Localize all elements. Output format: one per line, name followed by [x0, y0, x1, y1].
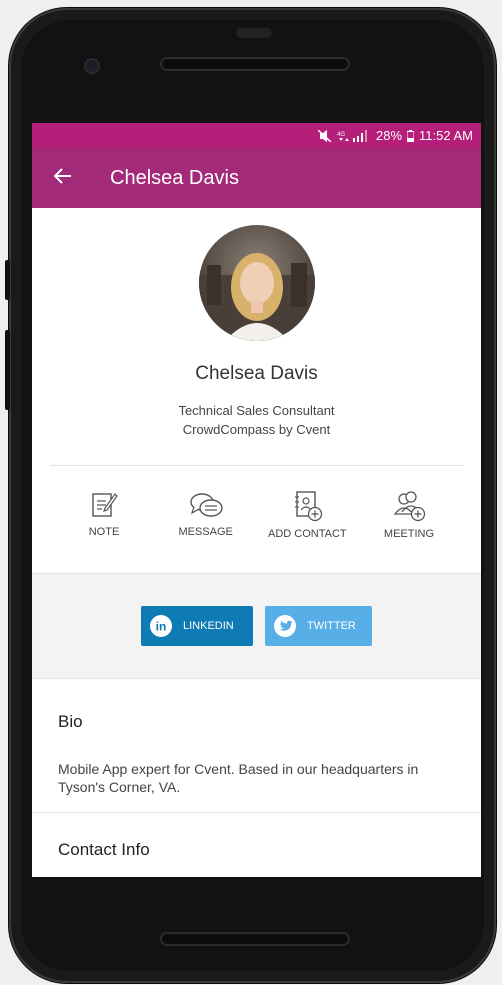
mute-icon — [318, 129, 332, 142]
company-name: CrowdCompass by Cvent — [182, 422, 331, 437]
avatar[interactable] — [198, 225, 315, 341]
power-button — [5, 260, 10, 300]
note-action[interactable]: NOTE — [54, 490, 154, 546]
profile-job: Technical Sales Consultant CrowdCompass … — [32, 401, 481, 439]
contact-info-title: Contact Info — [58, 840, 150, 859]
front-camera — [84, 58, 100, 74]
linkedin-icon: in — [149, 614, 173, 638]
linkedin-label: LINKEDIN — [183, 620, 234, 632]
app-bar-title: Chelsea Davis — [110, 166, 239, 189]
signal-icon: 4G — [337, 129, 371, 142]
linkedin-button[interactable]: in LINKEDIN — [141, 606, 253, 646]
top-notch — [236, 28, 272, 38]
status-bar: 4G 28% 11:52 AM — [32, 123, 481, 148]
twitter-icon — [273, 614, 297, 638]
profile-name: Chelsea Davis — [195, 363, 318, 384]
meeting-icon — [359, 490, 459, 522]
action-row: NOTE MESSAGE ADD CONTACT MEETING — [32, 466, 481, 546]
message-action[interactable]: MESSAGE — [156, 490, 256, 546]
add-contact-icon — [257, 490, 357, 522]
clock: 11:52 AM — [419, 128, 473, 143]
battery-percent: 28% — [376, 128, 403, 143]
bio-title: Bio — [58, 712, 83, 731]
svg-text:in: in — [156, 620, 167, 634]
note-icon — [54, 490, 154, 520]
bottom-speaker — [160, 932, 350, 946]
back-button[interactable] — [32, 148, 94, 208]
meeting-label: MEETING — [383, 528, 435, 540]
screen: 4G 28% 11:52 AM Chelsea Davis Chelsea Da… — [32, 123, 481, 877]
earpiece-speaker — [160, 57, 350, 71]
message-label: MESSAGE — [178, 526, 233, 538]
battery-icon — [407, 129, 415, 142]
twitter-label: TWITTER — [307, 620, 356, 632]
social-links: in LINKEDIN TWITTER — [32, 573, 481, 679]
profile-header: Chelsea Davis Technical Sales Consultant… — [32, 225, 481, 466]
app-bar: Chelsea Davis — [32, 148, 481, 208]
job-title: Technical Sales Consultant — [178, 403, 335, 418]
arrow-left-icon — [53, 167, 72, 189]
bio-text: Mobile App expert for Cvent. Based in ou… — [58, 761, 419, 795]
meeting-action[interactable]: MEETING — [359, 490, 459, 546]
svg-text:4G: 4G — [337, 132, 345, 138]
volume-button — [5, 330, 10, 410]
add-contact-action[interactable]: ADD CONTACT — [257, 490, 357, 546]
message-icon — [156, 490, 256, 520]
bio-section: Bio Mobile App expert for Cvent. Based i… — [32, 712, 481, 796]
add-contact-label: ADD CONTACT — [267, 528, 347, 540]
note-label: NOTE — [88, 526, 120, 538]
twitter-button[interactable]: TWITTER — [265, 606, 372, 646]
